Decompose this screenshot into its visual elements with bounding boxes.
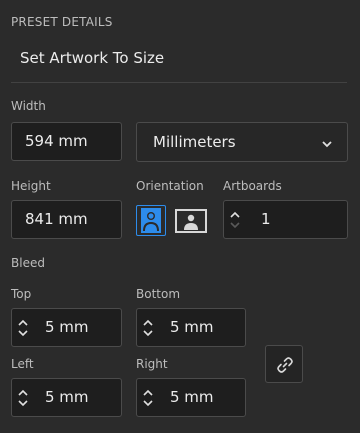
bleed-top-stepper[interactable]: 5 mm [11,308,122,347]
bleed-right-stepper[interactable]: 5 mm [136,378,246,417]
units-selected: Millimeters [153,133,236,151]
section-title: PRESET DETAILS [11,15,113,29]
stepper-arrows-icon[interactable] [17,317,29,339]
orientation-label: Orientation [136,179,204,193]
bleed-left-value: 5 mm [45,388,89,406]
height-label: Height [11,179,51,193]
orientation-portrait-button[interactable] [136,205,166,236]
divider [11,82,347,83]
width-label: Width [11,99,46,113]
bleed-bottom-stepper[interactable]: 5 mm [136,308,246,347]
stepper-arrows-icon[interactable] [229,209,241,231]
link-bleed-button[interactable] [265,345,303,383]
bleed-right-value: 5 mm [170,388,214,406]
stepper-arrows-icon[interactable] [142,317,154,339]
bleed-bottom-label: Bottom [136,287,181,301]
units-dropdown[interactable]: Millimeters [136,122,348,162]
bleed-left-label: Left [11,357,34,371]
artboards-value: 1 [261,210,271,228]
bleed-bottom-value: 5 mm [170,318,214,336]
stepper-arrows-icon[interactable] [17,387,29,409]
portrait-orientation-icon [137,208,165,239]
link-chain-icon [275,355,295,379]
bleed-label: Bleed [11,256,45,270]
chevron-down-icon [321,136,333,154]
height-value: 841 mm [25,210,88,228]
artboards-label: Artboards [223,179,282,193]
bleed-right-label: Right [136,357,168,371]
stepper-arrows-icon[interactable] [142,387,154,409]
bleed-left-stepper[interactable]: 5 mm [11,378,122,417]
orientation-landscape-button[interactable] [172,205,210,236]
bleed-top-label: Top [11,287,32,301]
landscape-orientation-icon [173,209,209,239]
preset-name[interactable]: Set Artwork To Size [20,49,164,67]
width-value: 594 mm [25,132,88,150]
width-field[interactable]: 594 mm [11,122,122,161]
artboards-stepper[interactable]: 1 [223,200,348,239]
bleed-top-value: 5 mm [45,318,89,336]
height-field[interactable]: 841 mm [11,200,122,239]
